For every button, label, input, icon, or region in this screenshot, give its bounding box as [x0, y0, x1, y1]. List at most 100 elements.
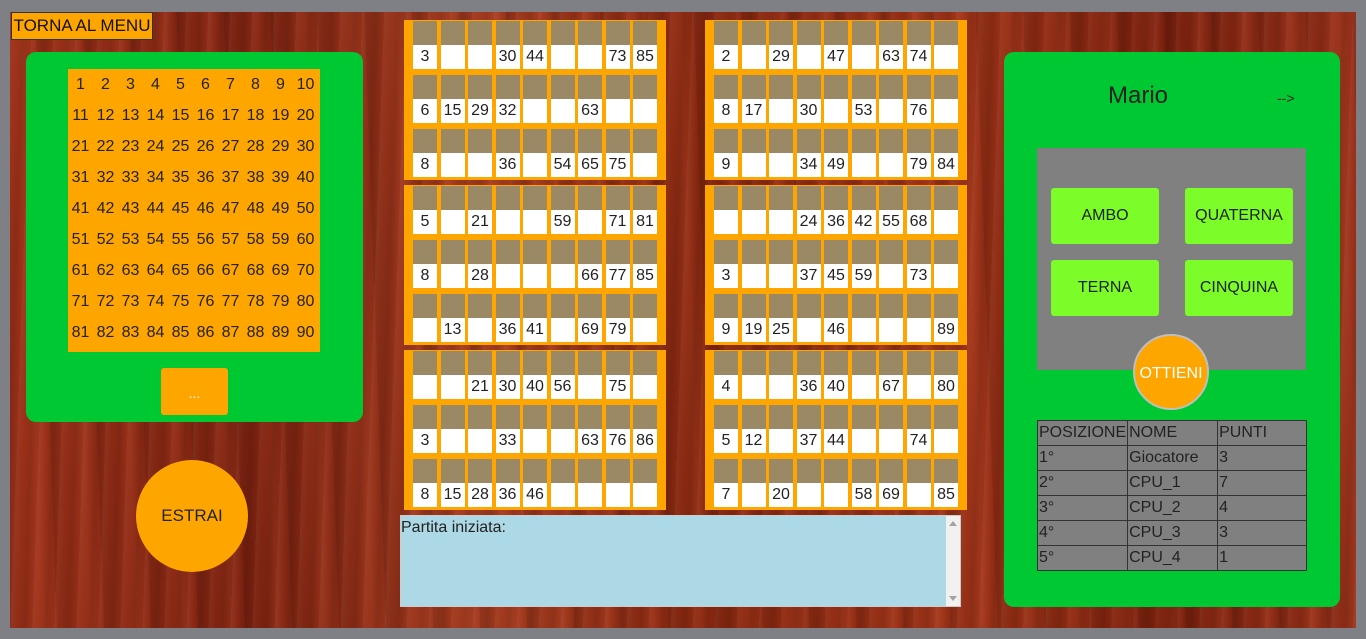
- cartella-cell[interactable]: 8: [413, 240, 437, 288]
- cartella-cell[interactable]: 85: [934, 459, 958, 507]
- cartella-cell[interactable]: [550, 21, 575, 69]
- cartella-cell[interactable]: [741, 240, 766, 288]
- cartella-cell[interactable]: 36: [495, 294, 520, 342]
- cartella-cell[interactable]: [550, 405, 575, 453]
- cartella-cell[interactable]: 6: [413, 75, 437, 123]
- cartella-cell[interactable]: 34: [796, 129, 821, 177]
- cartella-cell[interactable]: 56: [550, 351, 575, 399]
- cartella-cell[interactable]: [851, 405, 876, 453]
- cartella-cell[interactable]: [550, 240, 575, 288]
- cartella-cell[interactable]: 36: [495, 459, 520, 507]
- cartella-cell[interactable]: [468, 21, 492, 69]
- cartella-cell[interactable]: 32: [495, 75, 520, 123]
- cartella-cell[interactable]: [523, 186, 547, 234]
- cartella-cell[interactable]: [578, 351, 602, 399]
- cartella-cell[interactable]: 75: [605, 129, 630, 177]
- cartella-cell[interactable]: 79: [605, 294, 630, 342]
- cartella-cell[interactable]: 74: [906, 405, 931, 453]
- cartella-cell[interactable]: 37: [796, 405, 821, 453]
- cartella-cell[interactable]: [906, 459, 931, 507]
- cartella-cell[interactable]: 20: [769, 459, 793, 507]
- cartella-cell[interactable]: [879, 129, 903, 177]
- cartella-cell[interactable]: [440, 240, 465, 288]
- cartella-cell[interactable]: 42: [851, 186, 876, 234]
- cartella-cell[interactable]: [523, 405, 547, 453]
- cartella-cell[interactable]: 8: [714, 75, 738, 123]
- cartella-cell[interactable]: 3: [714, 240, 738, 288]
- cartella-cell[interactable]: 33: [495, 405, 520, 453]
- cartella-cell[interactable]: [879, 240, 903, 288]
- cartella-cell[interactable]: 73: [605, 21, 630, 69]
- cartella-cell[interactable]: 69: [578, 294, 602, 342]
- cartella-cell[interactable]: [851, 294, 876, 342]
- cartella-cell[interactable]: [605, 459, 630, 507]
- estrai-button[interactable]: ESTRAI: [136, 460, 248, 572]
- cartella-cell[interactable]: 17: [741, 75, 766, 123]
- cartella-cell[interactable]: [879, 405, 903, 453]
- cartella-cell[interactable]: 29: [769, 21, 793, 69]
- cartella-cell[interactable]: 3: [413, 405, 437, 453]
- cartella-cell[interactable]: [934, 186, 958, 234]
- cartella-cell[interactable]: 89: [934, 294, 958, 342]
- cartella-cell[interactable]: 9: [714, 129, 738, 177]
- cartella-cell[interactable]: 24: [796, 186, 821, 234]
- cartella-cell[interactable]: [741, 21, 766, 69]
- cartella-cell[interactable]: [741, 351, 766, 399]
- cartella-cell[interactable]: 76: [906, 75, 931, 123]
- cartella-cell[interactable]: [769, 351, 793, 399]
- cartella-cell[interactable]: 19: [741, 294, 766, 342]
- cartella-cell[interactable]: [879, 294, 903, 342]
- cartella-cell[interactable]: [906, 294, 931, 342]
- quaterna-button[interactable]: QUATERNA: [1185, 188, 1293, 244]
- cartella-cell[interactable]: 55: [879, 186, 903, 234]
- cartella-cell[interactable]: [906, 351, 931, 399]
- cartella-cell[interactable]: 28: [468, 240, 492, 288]
- cartella-cell[interactable]: [633, 75, 657, 123]
- cartella-cell[interactable]: [796, 294, 821, 342]
- cartella-cell[interactable]: 81: [633, 186, 657, 234]
- cartella-cell[interactable]: 21: [468, 351, 492, 399]
- cartella-cell[interactable]: [495, 240, 520, 288]
- cartella-cell[interactable]: [523, 240, 547, 288]
- cartella-cell[interactable]: [550, 294, 575, 342]
- cartella-cell[interactable]: 59: [550, 186, 575, 234]
- cartella-cell[interactable]: 45: [824, 240, 848, 288]
- cartella-cell[interactable]: 9: [714, 294, 738, 342]
- cartella-cell[interactable]: 53: [851, 75, 876, 123]
- next-player-arrow[interactable]: -->: [1277, 90, 1295, 106]
- cartella-cell[interactable]: 8: [413, 129, 437, 177]
- cartella-cell[interactable]: 3: [413, 21, 437, 69]
- cartella-cell[interactable]: 36: [495, 129, 520, 177]
- cartella-cell[interactable]: 80: [934, 351, 958, 399]
- cartella-cell[interactable]: 4: [714, 351, 738, 399]
- cartella-cell[interactable]: 74: [906, 21, 931, 69]
- cartella-cell[interactable]: [633, 459, 657, 507]
- cartella-cell[interactable]: [796, 21, 821, 69]
- cartella-cell[interactable]: [413, 294, 437, 342]
- ambo-button[interactable]: AMBO: [1051, 188, 1159, 244]
- cartella[interactable]: 24 36 42 55 68 3 37 45 59 73 9 19 25 46 89: [705, 185, 967, 345]
- cartella-cell[interactable]: [633, 294, 657, 342]
- cartella-cell[interactable]: 85: [633, 240, 657, 288]
- cartella-cell[interactable]: 63: [578, 75, 602, 123]
- game-log[interactable]: Partita iniziata:: [400, 515, 961, 607]
- cartella-cell[interactable]: [769, 405, 793, 453]
- cartella-cell[interactable]: [413, 351, 437, 399]
- cartella-cell[interactable]: [468, 294, 492, 342]
- cartella-cell[interactable]: 13: [440, 294, 465, 342]
- cartella-cell[interactable]: 2: [714, 21, 738, 69]
- cartella-cell[interactable]: [578, 459, 602, 507]
- cartella-cell[interactable]: 46: [824, 294, 848, 342]
- cartella-cell[interactable]: 25: [769, 294, 793, 342]
- cartella[interactable]: 3 30 44 73 85 6 15 29 32 63 8 36 54 65 75: [404, 20, 666, 180]
- cartella-cell[interactable]: 36: [796, 351, 821, 399]
- cartella-cell[interactable]: 68: [906, 186, 931, 234]
- cartella-cell[interactable]: 59: [851, 240, 876, 288]
- cartella-cell[interactable]: [796, 459, 821, 507]
- cartella-cell[interactable]: [934, 240, 958, 288]
- cartella-cell[interactable]: 66: [578, 240, 602, 288]
- cartella-cell[interactable]: [440, 351, 465, 399]
- cartella-cell[interactable]: [741, 459, 766, 507]
- cartella-cell[interactable]: 30: [495, 351, 520, 399]
- cartella-cell[interactable]: 71: [605, 186, 630, 234]
